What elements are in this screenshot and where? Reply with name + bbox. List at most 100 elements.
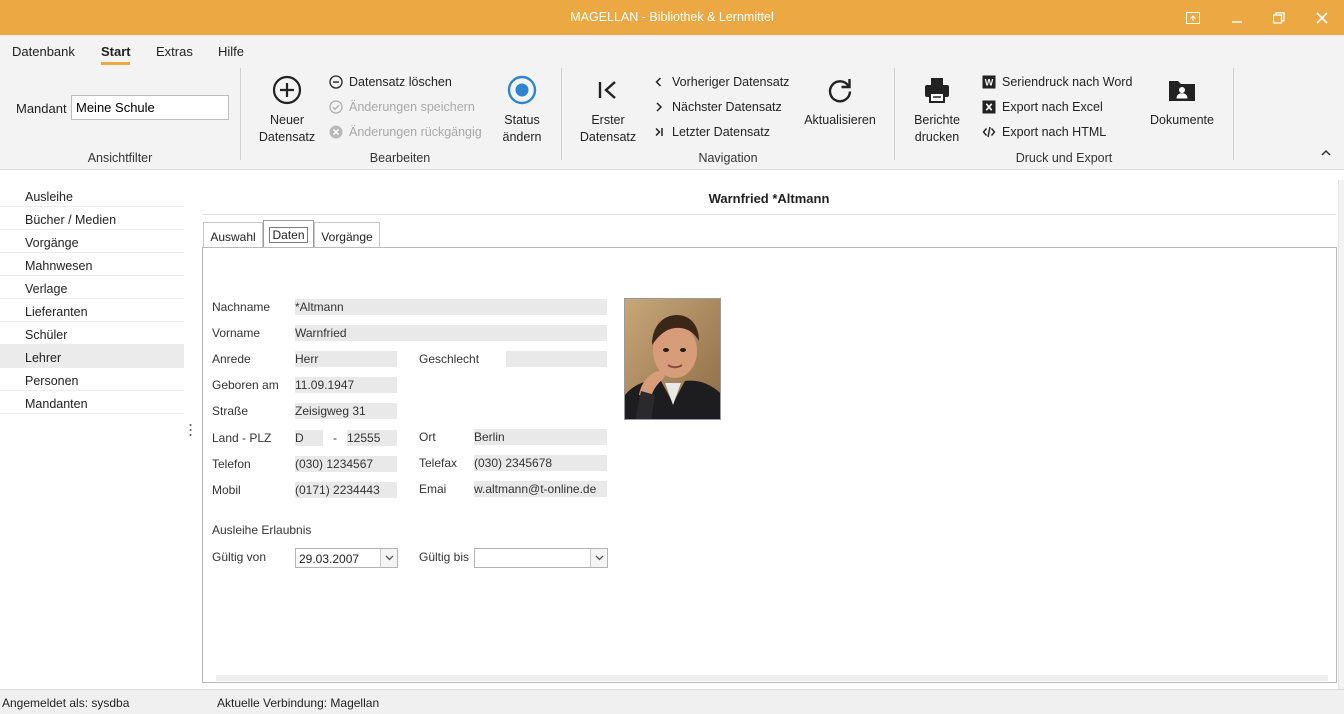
- status-aendern-button[interactable]: Status ändern: [494, 74, 550, 146]
- sidebar-item-mandanten[interactable]: Mandanten: [0, 391, 184, 414]
- land-plz-dash: -: [333, 431, 337, 445]
- geboren-field[interactable]: 11.09.1947: [295, 377, 397, 393]
- close-button[interactable]: [1302, 0, 1342, 35]
- email-field[interactable]: w.altmann@t-online.de: [474, 481, 607, 497]
- mandant-input[interactable]: [71, 95, 229, 120]
- aenderungen-speichern-button[interactable]: Änderungen speichern: [329, 97, 475, 117]
- gueltig-von-value: 29.03.2007: [299, 552, 360, 566]
- ausleihe-erlaubnis-label: Ausleihe Erlaubnis: [212, 523, 312, 537]
- folder-user-icon: [1169, 81, 1195, 101]
- erster-datensatz-label-2: Datensatz: [579, 130, 637, 144]
- refresh-icon: [828, 79, 852, 103]
- splitter-handle[interactable]: [189, 423, 192, 437]
- minus-circle-icon: [329, 75, 343, 89]
- datensatz-loeschen-label: Datensatz löschen: [349, 75, 452, 89]
- export-html-button[interactable]: Export nach HTML: [982, 122, 1106, 142]
- ort-field[interactable]: Berlin: [474, 429, 607, 445]
- sidebar-item-verlage[interactable]: Verlage: [0, 276, 184, 299]
- window-title: MAGELLAN - Bibliothek & Lernmittel: [570, 10, 774, 24]
- land-plz-label: Land - PLZ: [212, 431, 272, 445]
- neuer-datensatz-button[interactable]: Neuer Datensatz: [254, 74, 320, 146]
- vorheriger-datensatz-button[interactable]: Vorheriger Datensatz: [652, 72, 789, 92]
- minimize-button[interactable]: [1217, 0, 1257, 35]
- dokumente-button[interactable]: Dokumente: [1145, 74, 1219, 129]
- geschlecht-field[interactable]: [506, 351, 607, 367]
- status-connection: Aktuelle Verbindung: Magellan: [217, 696, 380, 710]
- tab-vorgaenge-label: Vorgänge: [321, 230, 373, 244]
- restore-ribbon-icon[interactable]: [1173, 0, 1213, 35]
- geboren-label: Geboren am: [212, 378, 279, 392]
- berichte-drucken-label-1: Berichte: [914, 113, 960, 127]
- mobil-label: Mobil: [212, 483, 241, 497]
- geschlecht-label: Geschlecht: [419, 352, 480, 366]
- sidebar: Ausleihe Bücher / Medien Vorgänge Mahnwe…: [0, 180, 186, 685]
- chevron-down-icon[interactable]: [590, 549, 607, 567]
- person-photo[interactable]: [624, 298, 721, 420]
- gueltig-bis-label: Gültig bis: [419, 550, 470, 564]
- sidebar-item-schueler[interactable]: Schüler: [0, 322, 184, 345]
- vorname-field[interactable]: Warnfried: [295, 325, 607, 341]
- ort-label: Ort: [419, 430, 436, 444]
- group-label-navigation: Navigation: [698, 151, 758, 165]
- strasse-field[interactable]: Zeisigweg 31: [295, 403, 397, 419]
- erster-datensatz-button[interactable]: Erster Datensatz: [576, 74, 640, 146]
- sidebar-item-ausleihe[interactable]: Ausleihe: [0, 184, 184, 207]
- gueltig-bis-select[interactable]: [474, 548, 608, 568]
- sidebar-item-lehrer[interactable]: Lehrer: [0, 345, 184, 368]
- tab-vorgaenge[interactable]: Vorgänge: [314, 222, 380, 248]
- sidebar-item-vorgaenge[interactable]: Vorgänge: [0, 230, 184, 253]
- export-excel-button[interactable]: Export nach Excel: [982, 97, 1103, 117]
- menu-start[interactable]: Start: [101, 44, 131, 59]
- tab-auswahl[interactable]: Auswahl: [203, 222, 263, 248]
- datensatz-loeschen-button[interactable]: Datensatz löschen: [329, 72, 452, 92]
- radio-status-icon: [507, 75, 537, 105]
- ribbon-tab-bar: Datenbank Start Extras Hilfe: [0, 35, 1344, 65]
- group-separator: [240, 68, 241, 160]
- horizontal-scrollbar[interactable]: [216, 675, 1328, 681]
- gueltig-von-select[interactable]: 29.03.2007: [295, 548, 398, 568]
- vorheriger-datensatz-label: Vorheriger Datensatz: [672, 75, 790, 89]
- last-record-icon: [655, 127, 663, 137]
- telefon-field[interactable]: (030) 1234567: [295, 456, 397, 472]
- group-label-bearbeiten: Bearbeiten: [369, 151, 431, 165]
- anrede-field[interactable]: Herr: [295, 351, 397, 367]
- aktualisieren-button[interactable]: Aktualisieren: [800, 74, 880, 129]
- land-field[interactable]: D: [295, 430, 323, 446]
- sidebar-item-buecher-medien[interactable]: Bücher / Medien: [0, 207, 184, 230]
- menu-hilfe[interactable]: Hilfe: [218, 44, 244, 59]
- maximize-button[interactable]: [1259, 0, 1299, 35]
- first-record-icon: [598, 81, 616, 99]
- berichte-drucken-button[interactable]: Berichte drucken: [906, 74, 968, 146]
- gueltig-von-label: Gültig von: [212, 550, 267, 564]
- telefax-field[interactable]: (030) 2345678: [474, 455, 607, 471]
- erster-datensatz-label-1: Erster: [591, 113, 625, 127]
- group-label-ansichtfilter: Ansichtfilter: [87, 151, 153, 165]
- vertical-scrollbar[interactable]: [1338, 180, 1344, 689]
- collapse-ribbon-icon[interactable]: [1320, 147, 1332, 159]
- email-label: Emai: [419, 482, 447, 496]
- chevron-down-icon[interactable]: [380, 549, 397, 567]
- ribbon: Mandant Ansichtfilter Neuer Datensatz Da…: [0, 65, 1344, 170]
- naechster-datensatz-button[interactable]: Nächster Datensatz: [652, 97, 782, 117]
- aenderungen-rueckgaengig-button[interactable]: Änderungen rückgängig: [329, 122, 482, 142]
- aktualisieren-label: Aktualisieren: [804, 113, 876, 127]
- tab-auswahl-label: Auswahl: [210, 230, 256, 244]
- nachname-label: Nachname: [212, 300, 271, 314]
- seriendruck-word-button[interactable]: W Seriendruck nach Word: [982, 72, 1132, 92]
- mobil-field[interactable]: (0171) 2234443: [295, 482, 397, 498]
- chevron-right-icon: [656, 102, 663, 112]
- sidebar-item-lieferanten[interactable]: Lieferanten: [0, 299, 184, 322]
- sidebar-item-personen[interactable]: Personen: [0, 368, 184, 391]
- aenderungen-speichern-label: Änderungen speichern: [349, 100, 475, 114]
- excel-icon: [982, 100, 996, 114]
- menu-extras[interactable]: Extras: [156, 44, 193, 59]
- status-aendern-label-2: ändern: [502, 130, 542, 144]
- plz-field[interactable]: 12555: [347, 430, 397, 446]
- sidebar-item-mahnwesen[interactable]: Mahnwesen: [0, 253, 184, 276]
- add-circle-icon: [272, 75, 302, 105]
- tab-daten[interactable]: Daten: [263, 220, 314, 248]
- aenderungen-rueckgaengig-label: Änderungen rückgängig: [349, 125, 482, 139]
- menu-datenbank[interactable]: Datenbank: [12, 44, 75, 59]
- letzter-datensatz-button[interactable]: Letzter Datensatz: [652, 122, 770, 142]
- nachname-field[interactable]: *Altmann: [295, 299, 607, 315]
